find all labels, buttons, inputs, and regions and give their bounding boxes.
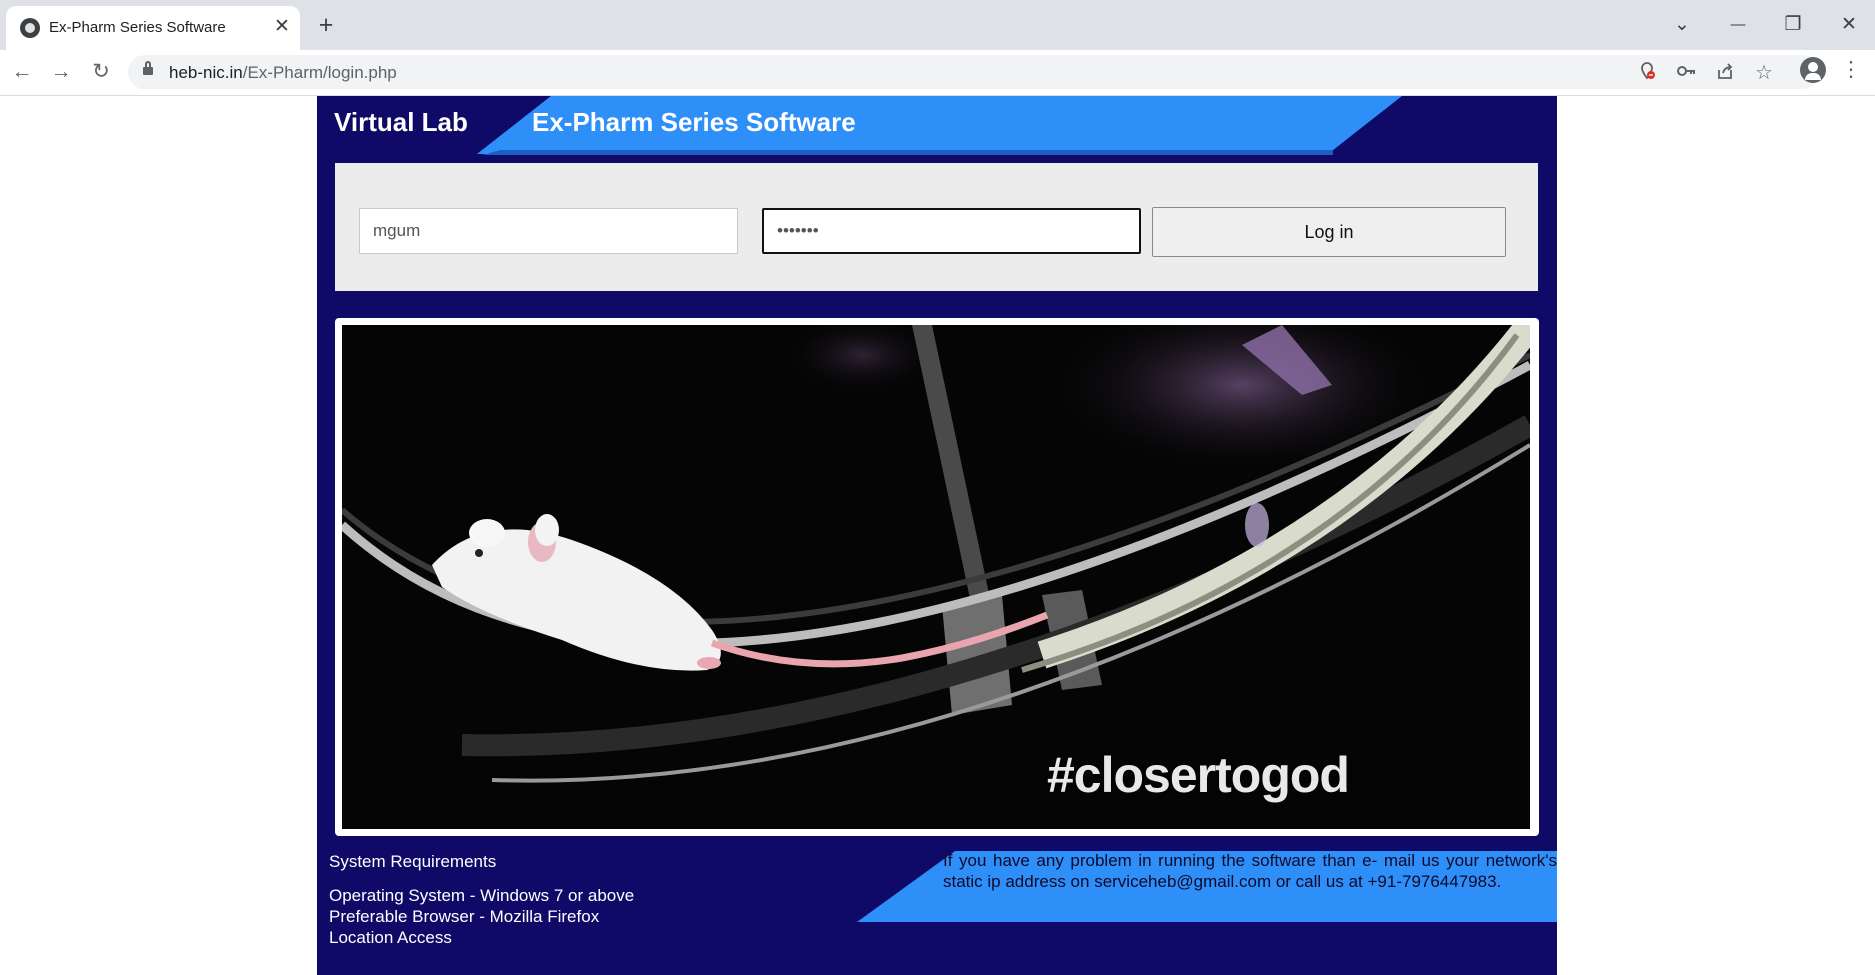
banner-frame: #closertogod xyxy=(335,318,1539,836)
lock-icon[interactable] xyxy=(143,61,153,75)
requirements-title: System Requirements xyxy=(329,852,497,871)
requirement-os: Operating System - Windows 7 or above xyxy=(329,886,635,905)
password-input[interactable] xyxy=(762,208,1141,254)
url-path: /Ex-Pharm/login.php xyxy=(242,63,397,82)
key-icon[interactable] xyxy=(1674,61,1698,85)
login-button[interactable]: Log in xyxy=(1152,207,1506,257)
new-tab-icon[interactable]: + xyxy=(313,12,339,38)
address-bar[interactable]: heb-nic.in/Ex-Pharm/login.php ☆ xyxy=(128,55,1819,89)
browser-tab-strip: Ex-Pharm Series Software ✕ + ⌄ — ❐ ✕ xyxy=(0,0,1875,50)
requirement-browser: Preferable Browser - Mozilla Firefox xyxy=(329,907,600,926)
back-icon[interactable]: ← xyxy=(7,57,37,87)
browser-menu-icon[interactable]: ⋮ xyxy=(1838,57,1864,83)
username-input[interactable] xyxy=(359,208,738,254)
close-tab-icon[interactable]: ✕ xyxy=(270,15,294,39)
bookmark-star-icon[interactable]: ☆ xyxy=(1752,61,1776,85)
profile-avatar-icon[interactable] xyxy=(1800,57,1826,83)
browser-toolbar: ← → ↻ heb-nic.in/Ex-Pharm/login.php ☆ xyxy=(0,50,1875,96)
url-host: heb-nic.in xyxy=(169,63,243,82)
forward-icon[interactable]: → xyxy=(46,57,76,87)
login-page: Virtual Lab Ex-Pharm Series Software Log… xyxy=(317,96,1557,975)
url-text[interactable]: heb-nic.in/Ex-Pharm/login.php xyxy=(169,63,397,83)
browser-tab[interactable]: Ex-Pharm Series Software ✕ xyxy=(6,6,300,50)
login-form: Log in xyxy=(335,163,1538,291)
header-band-shadow xyxy=(483,150,1333,155)
banner-image: #closertogod xyxy=(342,325,1530,829)
tab-search-icon[interactable]: ⌄ xyxy=(1662,8,1702,42)
close-window-icon[interactable]: ✕ xyxy=(1829,8,1869,42)
reload-icon[interactable]: ↻ xyxy=(86,57,116,87)
share-icon[interactable] xyxy=(1713,61,1737,85)
location-blocked-icon[interactable] xyxy=(1635,61,1659,85)
support-message: If you have any problem in running the s… xyxy=(943,851,1557,891)
site-favicon-icon xyxy=(20,18,40,38)
banner-hashtag: #closertogod xyxy=(1047,747,1350,803)
app-title: Ex-Pharm Series Software xyxy=(532,107,856,137)
tab-title: Ex-Pharm Series Software xyxy=(49,19,226,36)
minimize-icon[interactable]: — xyxy=(1718,8,1758,42)
requirement-location: Location Access xyxy=(329,928,452,947)
brand-title: Virtual Lab xyxy=(334,107,468,137)
restore-icon[interactable]: ❐ xyxy=(1773,8,1813,42)
mouse-wheel-illustration xyxy=(342,325,1530,829)
